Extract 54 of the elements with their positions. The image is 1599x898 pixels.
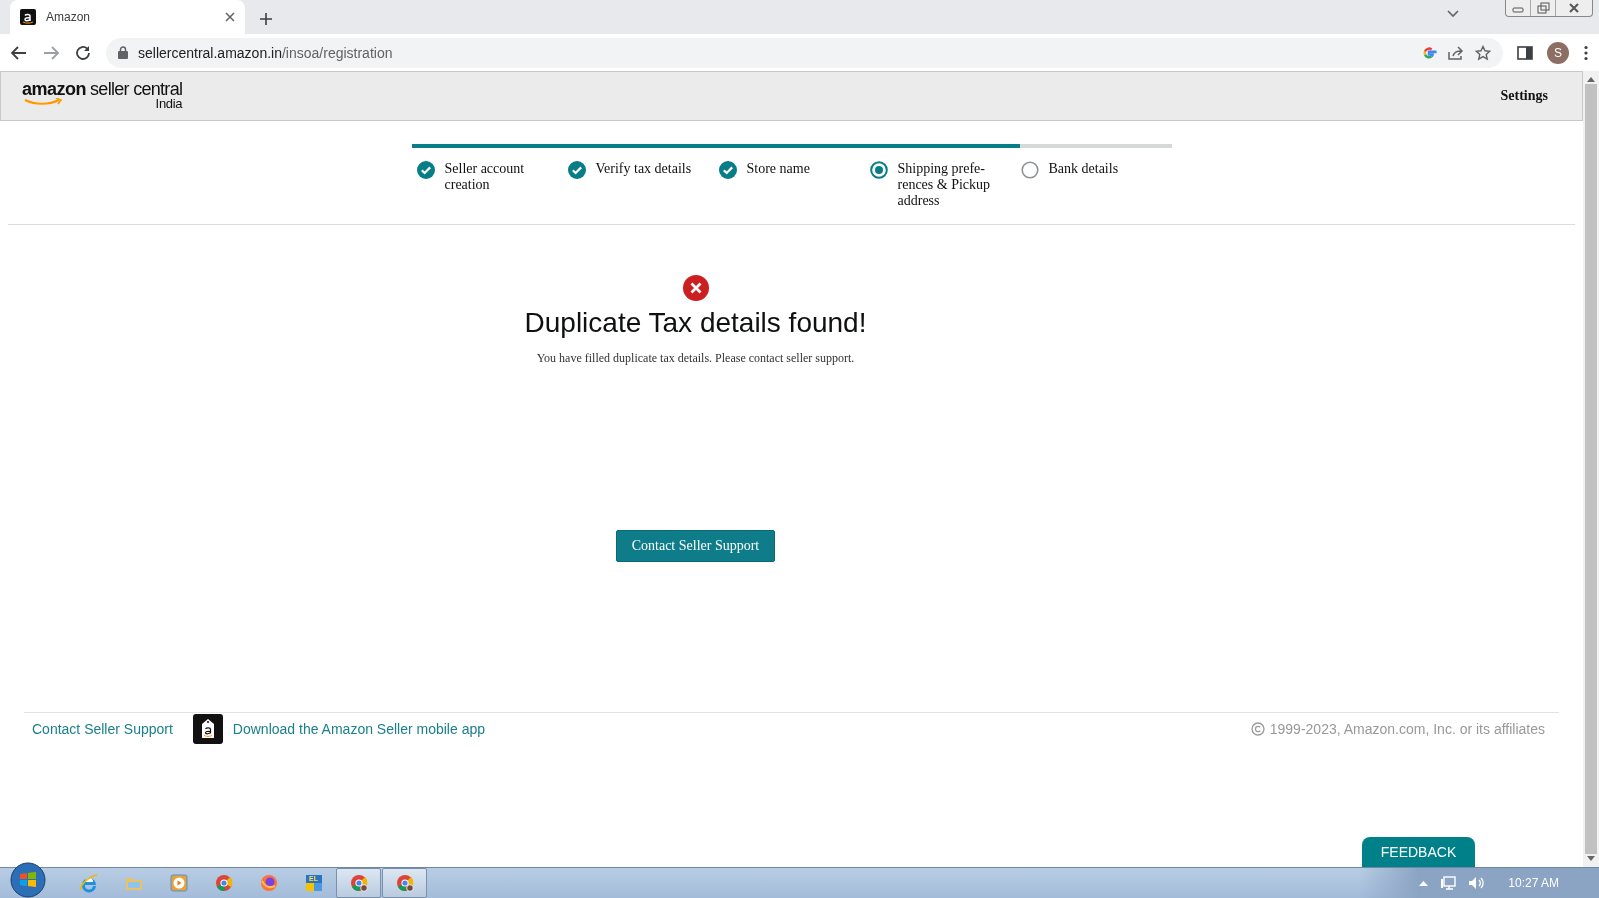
browser-e-icon[interactable] [78,873,99,893]
feedback-button[interactable]: FEEDBACK [1362,837,1475,867]
chrome-icon[interactable] [213,873,234,893]
logo-brand: amazon [22,79,87,100]
star-icon[interactable] [1475,44,1491,61]
browser-tab[interactable]: Amazon [10,0,245,34]
forward-icon[interactable] [42,43,60,62]
chrome-icon [348,873,369,893]
tray-up-icon[interactable] [1419,880,1429,886]
tab-title: Amazon [46,10,92,24]
scroll-down-icon[interactable] [1587,856,1595,862]
copyright-icon [1250,722,1265,736]
side-panel-icon[interactable] [1517,44,1533,61]
amazon-favicon [20,9,36,25]
error-title: Duplicate Tax details found! [524,307,867,339]
error-message: You have filled duplicate tax details. Please contact seller support. [536,351,855,366]
share-icon[interactable] [1447,44,1465,61]
step-label: Bank details [1048,161,1120,177]
back-icon[interactable] [10,43,28,62]
taskbar-window-button[interactable] [382,868,427,898]
logo-region: India [155,96,183,111]
scrollbar[interactable] [1583,71,1599,867]
more-icon[interactable] [1583,44,1589,61]
contact-support-button[interactable]: Contact Seller Support [615,530,776,562]
error-icon [682,275,709,301]
chevron-down-icon[interactable] [1447,10,1459,18]
settings-link[interactable]: Settings [1500,88,1548,104]
new-tab-icon[interactable] [259,12,273,26]
step-label: Store name [746,161,811,177]
support-link[interactable]: Contact Seller Support [32,721,173,737]
step-label: Seller account creation [444,161,526,193]
smile-arrow-icon [24,98,64,106]
network-icon[interactable] [1440,875,1457,891]
app-download-link[interactable]: Download the Amazon Seller mobile app [232,721,485,737]
speaker-icon[interactable] [1468,875,1487,891]
media-player-icon[interactable] [168,873,189,893]
logo-product: seller central [90,79,183,99]
scroll-up-icon[interactable] [1587,76,1595,82]
close-icon[interactable] [225,12,235,22]
taskbar-window-button[interactable] [336,868,381,898]
start-button-icon[interactable] [10,862,46,898]
profile-avatar[interactable]: S [1547,41,1569,64]
lock-icon [118,46,128,59]
reload-icon[interactable] [74,43,92,62]
google-icon[interactable] [1421,44,1437,61]
clock[interactable]: 10:27 AM [1508,876,1559,890]
chrome-icon [394,873,415,893]
step-label: Verify tax details [595,161,693,177]
url-text: sellercentral.amazon.in/insoa/registration [138,44,394,61]
step-label: Shipping prefe-rences & Pickup address [897,161,992,209]
copyright-text: 1999-2023, Amazon.com, Inc. or its affiliates [1269,721,1545,737]
address-bar[interactable]: sellercentral.amazon.in/insoa/registration [106,37,1503,68]
shopping-bag-icon [192,714,223,744]
fox-globe-icon[interactable] [258,873,279,893]
